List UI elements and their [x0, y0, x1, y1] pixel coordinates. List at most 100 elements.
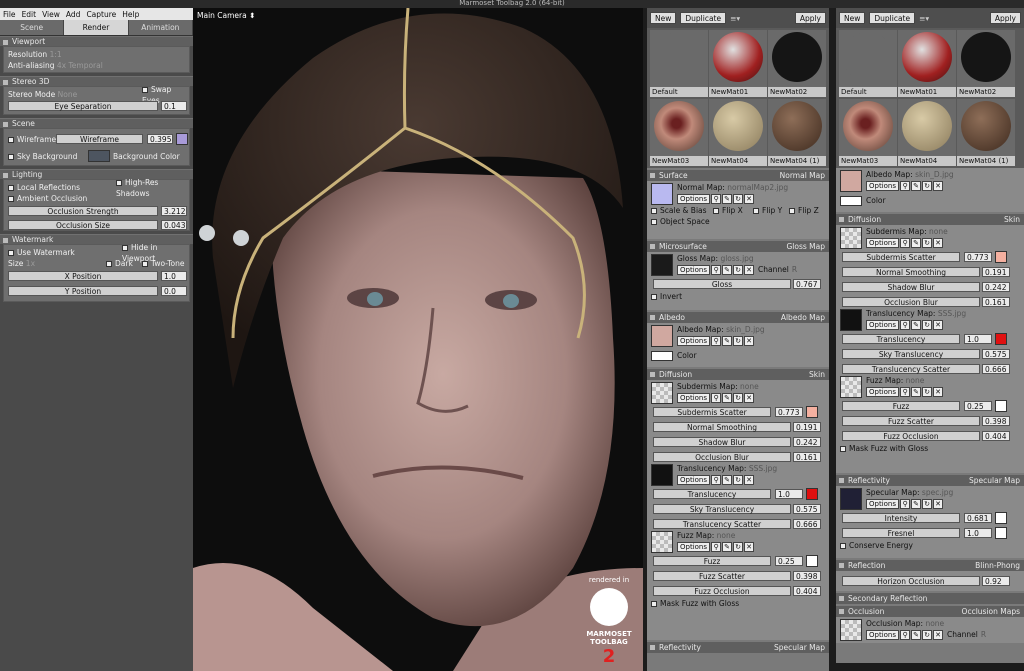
mask-fuzz-checkbox[interactable]: [651, 600, 657, 607]
reload-icon[interactable]: ↻: [922, 320, 933, 330]
albedo-color-swatch[interactable]: [651, 350, 673, 361]
sky-translucency-value[interactable]: 0.575: [793, 504, 821, 514]
wireframe-color-swatch[interactable]: [176, 133, 188, 145]
hires-shadows-checkbox[interactable]: [116, 179, 122, 186]
options-button[interactable]: Options: [866, 387, 900, 397]
local-reflections-checkbox[interactable]: [8, 184, 14, 191]
edit-icon[interactable]: ✎: [722, 265, 733, 275]
y-position-value[interactable]: 0.0: [161, 286, 187, 296]
occlusion-size-value[interactable]: 0.043: [161, 220, 187, 230]
options-button[interactable]: Options: [866, 181, 900, 191]
close-icon[interactable]: ✕: [744, 393, 755, 403]
edit-icon[interactable]: ✎: [911, 499, 922, 509]
shadow-blur-value[interactable]: 0.242: [793, 437, 821, 447]
occlusion-strength-value[interactable]: 3.212: [161, 206, 187, 216]
x-position-value[interactable]: 1.0: [161, 271, 187, 281]
section-scene[interactable]: Scene: [0, 118, 193, 128]
menu-edit[interactable]: Edit: [22, 10, 37, 19]
flip-y-checkbox[interactable]: [753, 208, 759, 214]
horizon-occlusion-slider[interactable]: Horizon Occlusion: [842, 576, 980, 586]
subdermis-map-thumb[interactable]: [840, 227, 862, 249]
fuzz-value[interactable]: 0.25: [775, 556, 803, 566]
edit-icon[interactable]: ✎: [722, 194, 733, 204]
two-tone-checkbox[interactable]: [142, 261, 148, 267]
occlusion-blur-value[interactable]: 0.161: [982, 297, 1010, 307]
gloss-slider[interactable]: Gloss: [653, 279, 791, 289]
reload-icon[interactable]: ↻: [922, 387, 933, 397]
viewport-3d[interactable]: Main Camera ⬍ rendered in MARMOSET TOOLB…: [193, 8, 643, 671]
tab-render[interactable]: Render: [64, 20, 129, 35]
close-icon[interactable]: ✕: [933, 320, 944, 330]
search-icon[interactable]: ⚲: [711, 265, 722, 275]
sky-translucency-slider[interactable]: Sky Translucency: [653, 504, 791, 514]
intensity-slider[interactable]: Intensity: [842, 513, 960, 523]
close-icon[interactable]: ✕: [933, 238, 944, 248]
fuzz-color-swatch[interactable]: [995, 400, 1007, 412]
channel-value[interactable]: R: [981, 630, 986, 640]
ambient-occlusion-checkbox[interactable]: [8, 195, 14, 202]
translucency-scatter-slider[interactable]: Translucency Scatter: [653, 519, 791, 529]
intensity-value[interactable]: 0.681: [964, 513, 992, 523]
reload-icon[interactable]: ↻: [733, 194, 744, 204]
menu-capture[interactable]: Capture: [86, 10, 116, 19]
scale-bias-checkbox[interactable]: [651, 207, 657, 214]
edit-icon[interactable]: ✎: [911, 181, 922, 191]
fuzz-occlusion-slider[interactable]: Fuzz Occlusion: [653, 586, 791, 596]
channel-value[interactable]: R: [792, 265, 797, 275]
options-button[interactable]: Options: [866, 238, 900, 248]
menu-view[interactable]: View: [42, 10, 60, 19]
x-position-slider[interactable]: X Position: [8, 271, 158, 281]
fuzz-value[interactable]: 0.25: [964, 401, 992, 411]
size-value[interactable]: 1x: [26, 258, 35, 269]
dark-checkbox[interactable]: [106, 261, 112, 267]
edit-icon[interactable]: ✎: [722, 393, 733, 403]
tab-scene[interactable]: Scene: [0, 20, 65, 35]
new-material-button[interactable]: New: [839, 12, 866, 24]
sky-translucency-value[interactable]: 0.575: [982, 349, 1010, 359]
normal-smoothing-slider[interactable]: Normal Smoothing: [842, 267, 980, 277]
material-thumb-newmat04[interactable]: NewMat04: [709, 99, 767, 166]
material-thumb-default[interactable]: Default: [650, 30, 708, 97]
edit-icon[interactable]: ✎: [911, 320, 922, 330]
fuzz-map-thumb[interactable]: [651, 531, 673, 553]
subdermis-scatter-slider[interactable]: Subdermis Scatter: [842, 252, 960, 262]
reload-icon[interactable]: ↻: [922, 181, 933, 191]
material-thumb-default[interactable]: Default: [839, 30, 897, 97]
fresnel-color-swatch[interactable]: [995, 527, 1007, 539]
reload-icon[interactable]: ↻: [922, 238, 933, 248]
material-thumb-newmat04[interactable]: NewMat04: [898, 99, 956, 166]
occlusion-blur-slider[interactable]: Occlusion Blur: [653, 452, 791, 462]
specular-map-thumb[interactable]: [840, 488, 862, 510]
eye-separation-value[interactable]: 0.1: [161, 101, 187, 111]
stereo-mode-value[interactable]: None: [58, 89, 78, 100]
options-button[interactable]: Options: [677, 393, 711, 403]
translucency-map-thumb[interactable]: [840, 309, 862, 331]
invert-checkbox[interactable]: [651, 293, 657, 300]
search-icon[interactable]: ⚲: [900, 499, 911, 509]
options-button[interactable]: Options: [866, 630, 900, 640]
normal-smoothing-slider[interactable]: Normal Smoothing: [653, 422, 791, 432]
duplicate-material-button[interactable]: Duplicate: [680, 12, 727, 24]
search-icon[interactable]: ⚲: [900, 320, 911, 330]
translucency-slider[interactable]: Translucency: [653, 489, 771, 499]
translucency-scatter-slider[interactable]: Translucency Scatter: [842, 364, 980, 374]
options-button[interactable]: Options: [677, 265, 711, 275]
translucency-color-swatch[interactable]: [995, 333, 1007, 345]
translucency-value[interactable]: 1.0: [964, 334, 992, 344]
subdermis-scatter-value[interactable]: 0.773: [775, 407, 803, 417]
resolution-value[interactable]: 1:1: [50, 49, 62, 60]
conserve-energy-checkbox[interactable]: [840, 542, 846, 549]
flip-x-checkbox[interactable]: [713, 208, 719, 214]
material-thumb-newmat02[interactable]: NewMat02: [957, 30, 1015, 97]
normal-map-thumb[interactable]: [651, 183, 673, 205]
close-icon[interactable]: ✕: [744, 265, 755, 275]
normal-smoothing-value[interactable]: 0.191: [793, 422, 821, 432]
search-icon[interactable]: ⚲: [711, 475, 722, 485]
fuzz-color-swatch[interactable]: [806, 555, 818, 567]
aa-value[interactable]: 4x Temporal: [57, 60, 103, 71]
close-icon[interactable]: ✕: [933, 181, 944, 191]
search-icon[interactable]: ⚲: [711, 393, 722, 403]
apply-material-button[interactable]: Apply: [794, 12, 826, 24]
duplicate-material-button[interactable]: Duplicate: [869, 12, 916, 24]
close-icon[interactable]: ✕: [744, 542, 755, 552]
